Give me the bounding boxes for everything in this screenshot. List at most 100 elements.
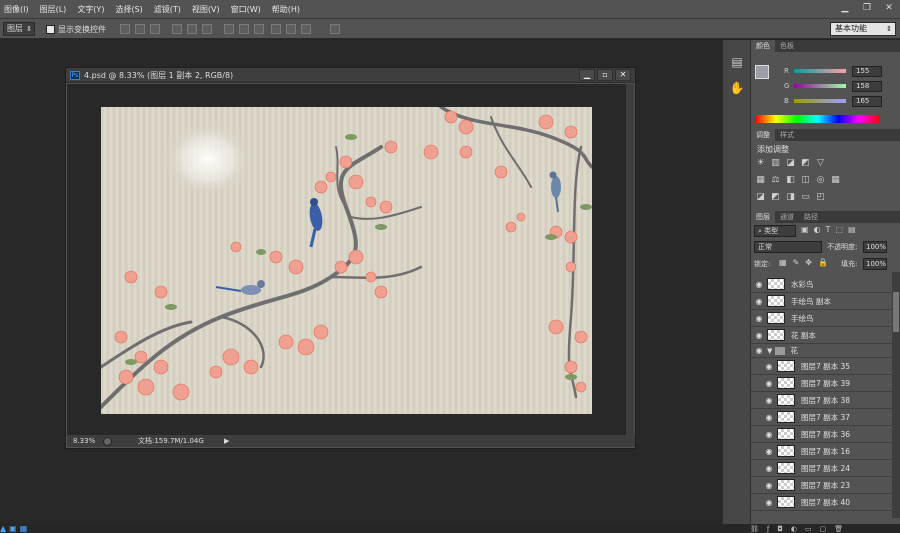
channel-mixer-icon[interactable]: ◎ — [815, 175, 826, 186]
actions-icon[interactable]: ✋ — [729, 80, 745, 96]
lock-transparent-icon[interactable]: ▦ — [779, 258, 787, 267]
fill-input[interactable]: 100% — [863, 258, 887, 270]
layer-row[interactable]: ◉ 图层7 副本 24 — [751, 460, 892, 477]
tab-swatches[interactable]: 色板 — [775, 40, 799, 52]
blue-slider[interactable] — [794, 99, 846, 103]
layer-row[interactable]: ◉ 图层7 副本 36 — [751, 426, 892, 443]
opacity-input[interactable]: 100% — [863, 241, 887, 253]
new-layer-icon[interactable]: ▢ — [820, 525, 827, 533]
blend-mode-dropdown[interactable]: 正常 — [754, 241, 822, 253]
gradient-map-icon[interactable]: ▭ — [800, 192, 811, 203]
tab-paths[interactable]: 路径 — [799, 211, 823, 223]
filter-type-icon[interactable]: T — [826, 225, 831, 234]
curves-icon[interactable]: ◪ — [785, 158, 796, 169]
vibrance-icon[interactable]: ▽ — [815, 158, 826, 169]
mask-icon[interactable]: ◘ — [777, 525, 783, 533]
filter-smart-icon[interactable]: ▤ — [848, 225, 856, 234]
align-top-icon[interactable] — [120, 24, 130, 34]
doc-maximize-icon[interactable]: ▫ — [597, 69, 613, 81]
taskbar-icon-1[interactable]: ▲ — [0, 524, 6, 533]
color-lookup-icon[interactable]: ▦ — [830, 175, 841, 186]
menu-layer[interactable]: 图层(L) — [40, 4, 67, 15]
visibility-eye-icon[interactable]: ◉ — [761, 396, 777, 405]
visibility-eye-icon[interactable]: ◉ — [751, 331, 767, 340]
distribute-hcenter-icon[interactable] — [286, 24, 296, 34]
visibility-eye-icon[interactable]: ◉ — [761, 481, 777, 490]
distribute-right-icon[interactable] — [301, 24, 311, 34]
visibility-eye-icon[interactable]: ◉ — [761, 362, 777, 371]
distribute-bottom-icon[interactable] — [254, 24, 264, 34]
visibility-eye-icon[interactable]: ◉ — [751, 346, 767, 355]
green-slider[interactable] — [794, 84, 846, 88]
doc-vertical-scrollbar[interactable] — [626, 84, 634, 436]
visibility-eye-icon[interactable]: ◉ — [761, 413, 777, 422]
group-expand-icon[interactable]: ▼ — [767, 347, 772, 355]
taskbar-icon-2[interactable]: ▣ — [9, 524, 17, 533]
visibility-eye-icon[interactable]: ◉ — [761, 447, 777, 456]
minimize-icon[interactable]: ▁ — [838, 2, 852, 14]
layer-row[interactable]: ◉ 手绘鸟 副本 — [751, 293, 892, 310]
filter-adjust-icon[interactable]: ◐ — [814, 225, 821, 234]
red-value[interactable]: 155 — [852, 65, 882, 77]
layer-row[interactable]: ◉ 花 副本 — [751, 327, 892, 344]
align-right-icon[interactable] — [202, 24, 212, 34]
menu-window[interactable]: 窗口(W) — [231, 4, 261, 15]
threshold-icon[interactable]: ◨ — [785, 192, 796, 203]
layer-row[interactable]: ◉ 图层7 副本 37 — [751, 409, 892, 426]
green-value[interactable]: 158 — [852, 80, 882, 92]
visibility-eye-icon[interactable]: ◉ — [751, 297, 767, 306]
layer-row[interactable]: ◉ 图层7 副本 35 — [751, 358, 892, 375]
visibility-eye-icon[interactable]: ◉ — [761, 464, 777, 473]
exposure-icon[interactable]: ◩ — [800, 158, 811, 169]
layer-row[interactable]: ◉ 手绘鸟 — [751, 310, 892, 327]
new-group-icon[interactable]: ▭ — [805, 525, 812, 533]
auto-align-icon[interactable] — [330, 24, 340, 34]
doc-minimize-icon[interactable]: ▁ — [579, 69, 595, 81]
align-left-icon[interactable] — [172, 24, 182, 34]
levels-icon[interactable]: ▥ — [770, 158, 781, 169]
zoom-level[interactable]: 8.33% — [73, 437, 103, 445]
tab-layers[interactable]: 图层 — [751, 211, 775, 223]
hue-icon[interactable]: ▦ — [755, 175, 766, 186]
red-slider[interactable] — [794, 69, 846, 73]
link-layers-icon[interactable]: ⛓ — [750, 525, 759, 533]
layer-filter-dropdown[interactable]: ⌕ 类型 — [754, 225, 796, 237]
layers-scroll-thumb[interactable] — [893, 292, 899, 332]
status-circle-icon[interactable] — [103, 436, 112, 446]
brightness-icon[interactable]: ☀ — [755, 158, 766, 169]
layers-scrollbar[interactable] — [892, 272, 900, 518]
black-white-icon[interactable]: ◧ — [785, 175, 796, 186]
blue-value[interactable]: 165 — [852, 95, 882, 107]
show-transform-checkbox[interactable] — [46, 25, 55, 34]
foreground-swatch[interactable] — [755, 65, 769, 79]
tab-adjustments[interactable]: 调整 — [751, 129, 775, 141]
doc-close-icon[interactable]: ✕ — [615, 69, 631, 81]
align-hcenter-icon[interactable] — [187, 24, 197, 34]
tab-styles[interactable]: 样式 — [775, 129, 799, 141]
filter-shape-icon[interactable]: ⬚ — [835, 225, 843, 234]
menu-select[interactable]: 选择(S) — [115, 4, 142, 15]
distribute-vcenter-icon[interactable] — [239, 24, 249, 34]
align-vcenter-icon[interactable] — [135, 24, 145, 34]
visibility-eye-icon[interactable]: ◉ — [751, 280, 767, 289]
taskbar-icon-3[interactable]: ▦ — [20, 524, 28, 533]
posterize-icon[interactable]: ◩ — [770, 192, 781, 203]
menu-view[interactable]: 视图(V) — [192, 4, 220, 15]
layer-row[interactable]: ◉ 图层7 副本 38 — [751, 392, 892, 409]
layer-row[interactable]: ◉ 水彩鸟 — [751, 276, 892, 293]
color-balance-icon[interactable]: ⚖ — [770, 175, 781, 186]
menu-type[interactable]: 文字(Y) — [77, 4, 104, 15]
lock-position-icon[interactable]: ✥ — [805, 258, 812, 267]
document-titlebar[interactable]: Ps 4.psd @ 8.33% (图层 1 副本 2, RGB/8) ▁ ▫ … — [66, 68, 635, 83]
restore-icon[interactable]: ❐ — [860, 2, 874, 14]
status-menu-arrow-icon[interactable]: ▶ — [224, 437, 229, 445]
document-canvas[interactable] — [67, 84, 627, 436]
workspace-dropdown[interactable]: 基本功能 — [830, 22, 896, 36]
layer-group-row[interactable]: ◉ ▼ 花 — [751, 344, 892, 358]
layer-row[interactable]: ◉ 图层7 副本 39 — [751, 375, 892, 392]
visibility-eye-icon[interactable]: ◉ — [761, 498, 777, 507]
visibility-eye-icon[interactable]: ◉ — [761, 430, 777, 439]
layer-row[interactable]: ◉ 图层7 副本 23 — [751, 477, 892, 494]
auto-select-dropdown[interactable]: 图层 — [3, 22, 35, 36]
filter-pixel-icon[interactable]: ▣ — [801, 225, 809, 234]
